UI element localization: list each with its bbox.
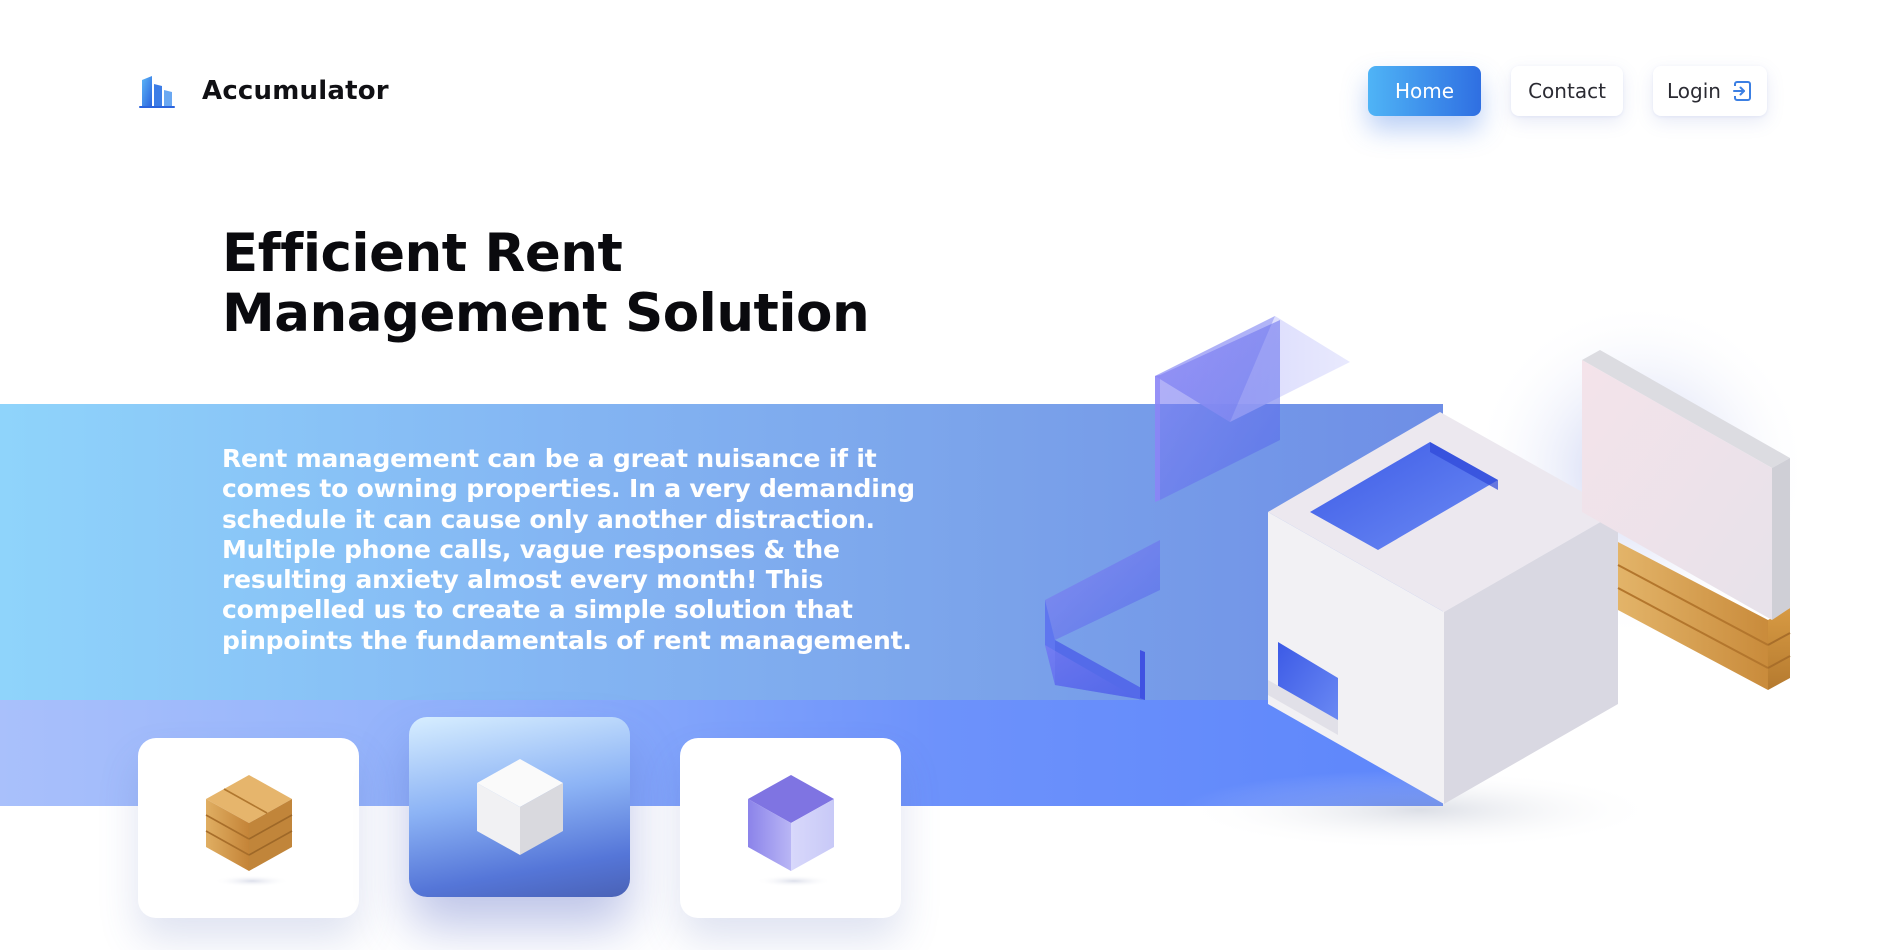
- brand-name: Accumulator: [202, 76, 389, 106]
- hero-description: Rent management can be a great nuisance …: [222, 444, 915, 655]
- hero-title: Efficient Rent Management Solution: [222, 223, 870, 344]
- feature-card-white[interactable]: [409, 717, 630, 897]
- white-cube-icon: [476, 759, 563, 855]
- contact-button[interactable]: Contact: [1511, 66, 1623, 116]
- brand[interactable]: Accumulator: [138, 74, 389, 108]
- feature-card-glass[interactable]: [680, 738, 901, 918]
- hero-title-line-2: Management Solution: [222, 283, 870, 344]
- glass-piece-top: [1155, 316, 1350, 502]
- home-button[interactable]: Home: [1368, 66, 1481, 116]
- login-label: Login: [1667, 79, 1721, 103]
- building-icon: [139, 76, 175, 108]
- isometric-illustration: [1045, 300, 1810, 850]
- wooden-cube-icon: [205, 775, 292, 887]
- login-button[interactable]: Login: [1653, 66, 1767, 116]
- glass-cube-icon: [747, 775, 834, 887]
- hero-title-line-1: Efficient Rent: [222, 223, 623, 284]
- feature-card-wood[interactable]: [138, 738, 359, 918]
- login-arrow-icon: [1732, 81, 1751, 101]
- main-nav: Home Contact Login: [1368, 66, 1767, 116]
- glass-piece-left: [1045, 540, 1160, 700]
